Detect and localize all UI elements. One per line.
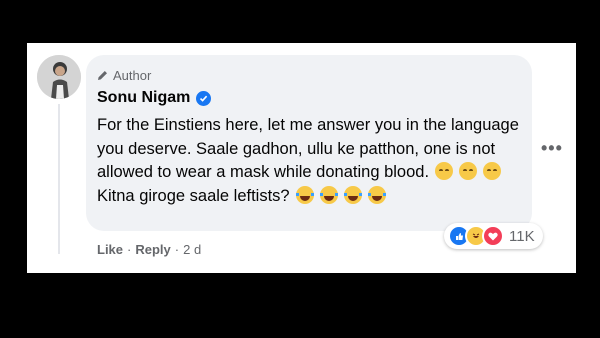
avatar[interactable] (37, 55, 81, 99)
reply-button[interactable]: Reply (135, 242, 170, 257)
comment-line: Kitna giroge saale leftists? (97, 186, 290, 205)
author-badge-label: Author (113, 67, 152, 83)
avatar-photo-icon (37, 55, 81, 99)
comment-line: you deserve. Saale gadhon, ullu ke patth… (97, 139, 496, 158)
tears-of-joy-icon (367, 185, 386, 204)
author-badge: Author (96, 66, 151, 84)
love-icon (482, 225, 504, 247)
commenter-name-row: Sonu Nigam (97, 88, 212, 108)
comment-timestamp[interactable]: 2 d (183, 242, 201, 257)
tears-of-joy-icon (343, 185, 362, 204)
comment-text: For the Einstiens here, let me answer yo… (97, 114, 527, 208)
reactions-summary[interactable]: 11K (444, 223, 543, 249)
verified-badge-icon (196, 90, 212, 106)
comment-line: allowed to wear a mask while donating bl… (97, 163, 430, 181)
comment-line: For the Einstiens here, let me answer yo… (97, 116, 519, 134)
commenter-name[interactable]: Sonu Nigam (97, 89, 190, 107)
relieved-face-icon (483, 162, 502, 180)
relieved-face-icon (435, 162, 454, 180)
comment-actions: Like · Reply · 2 d (97, 240, 201, 258)
thread-line (58, 104, 60, 254)
pencil-icon (98, 70, 107, 80)
reaction-count: 11K (509, 227, 535, 245)
tears-of-joy-icon (319, 185, 338, 204)
relieved-face-icon (459, 162, 478, 180)
like-button[interactable]: Like (97, 242, 123, 257)
more-options-icon[interactable]: ••• (541, 138, 563, 159)
tears-of-joy-icon (295, 185, 314, 204)
separator: · (127, 241, 132, 257)
separator: · (174, 241, 180, 257)
